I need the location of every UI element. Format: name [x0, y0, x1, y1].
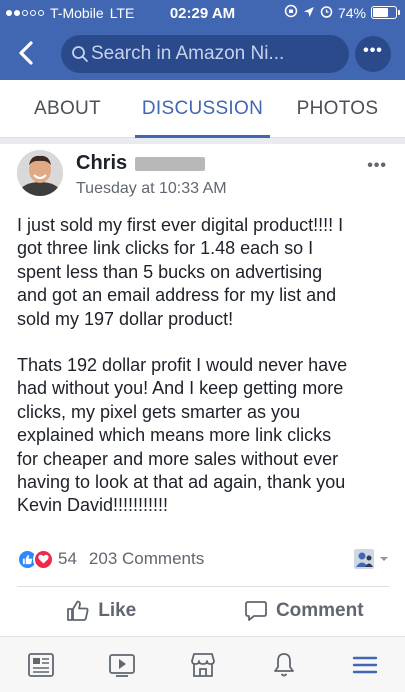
profile-switch-icon	[354, 549, 374, 569]
post-options-button[interactable]: •••	[367, 157, 387, 175]
post-paragraph: I just sold my first ever digital produc…	[17, 215, 344, 329]
comment-bubble-icon	[245, 601, 267, 621]
comment-count[interactable]: 203 Comments	[89, 549, 204, 569]
nav-marketplace[interactable]	[162, 637, 243, 692]
post-actions: Like Comment	[0, 588, 405, 634]
alarm-icon	[320, 5, 333, 21]
reaction-count[interactable]: 54	[58, 549, 77, 569]
post-author[interactable]: Chris	[76, 152, 206, 175]
nav-news-feed[interactable]	[0, 637, 81, 692]
like-label: Like	[98, 600, 137, 621]
search-icon	[71, 45, 89, 69]
app-header: T-Mobile LTE 02:29 AM 74% Search in Amaz…	[0, 0, 405, 80]
battery-icon	[371, 6, 400, 19]
reactions-bar[interactable]: 54 203 Comments	[17, 546, 389, 572]
tab-photos[interactable]: PHOTOS	[270, 80, 405, 137]
rotation-lock-icon	[284, 4, 298, 21]
tab-about[interactable]: ABOUT	[0, 80, 135, 137]
video-play-icon	[108, 653, 135, 677]
chevron-down-icon	[380, 557, 388, 561]
post-as-selector[interactable]	[353, 548, 389, 570]
reaction-icons	[17, 548, 54, 570]
like-button[interactable]: Like	[0, 588, 203, 634]
section-divider	[0, 138, 405, 144]
location-icon	[303, 5, 315, 21]
post-paragraph: Thats 192 dollar profit I would never ha…	[17, 355, 348, 516]
back-button[interactable]	[14, 38, 40, 68]
love-reaction-icon	[33, 548, 54, 570]
hamburger-menu-icon	[352, 656, 377, 673]
news-feed-icon	[27, 652, 54, 677]
bell-icon	[273, 652, 294, 676]
post-timestamp[interactable]: Tuesday at 10:33 AM	[76, 180, 227, 198]
profile-photo-icon	[17, 150, 63, 196]
nav-watch[interactable]	[81, 637, 162, 692]
tab-discussion[interactable]: DISCUSSION	[135, 80, 270, 138]
battery-percent: 74%	[337, 4, 366, 21]
marketplace-icon	[190, 652, 215, 677]
more-options-button[interactable]: •••	[355, 36, 391, 72]
group-tabs: ABOUT DISCUSSION PHOTOS	[0, 80, 405, 138]
back-arrow-icon	[19, 41, 33, 65]
bottom-nav	[0, 636, 405, 692]
nav-menu[interactable]	[324, 637, 405, 692]
author-name[interactable]: Chris	[76, 152, 127, 175]
comment-label: Comment	[275, 600, 364, 621]
search-placeholder: Search in Amazon Ni...	[91, 43, 285, 64]
comment-button[interactable]: Comment	[203, 588, 405, 634]
post-body: I just sold my first ever digital produc…	[17, 214, 392, 518]
divider	[17, 586, 389, 587]
status-bar: T-Mobile LTE 02:29 AM 74%	[0, 0, 405, 26]
search-input[interactable]: Search in Amazon Ni...	[61, 35, 349, 73]
nav-notifications[interactable]	[243, 637, 324, 692]
avatar[interactable]	[17, 150, 63, 196]
thumbs-up-icon	[67, 600, 89, 621]
redacted-surname	[135, 156, 206, 171]
